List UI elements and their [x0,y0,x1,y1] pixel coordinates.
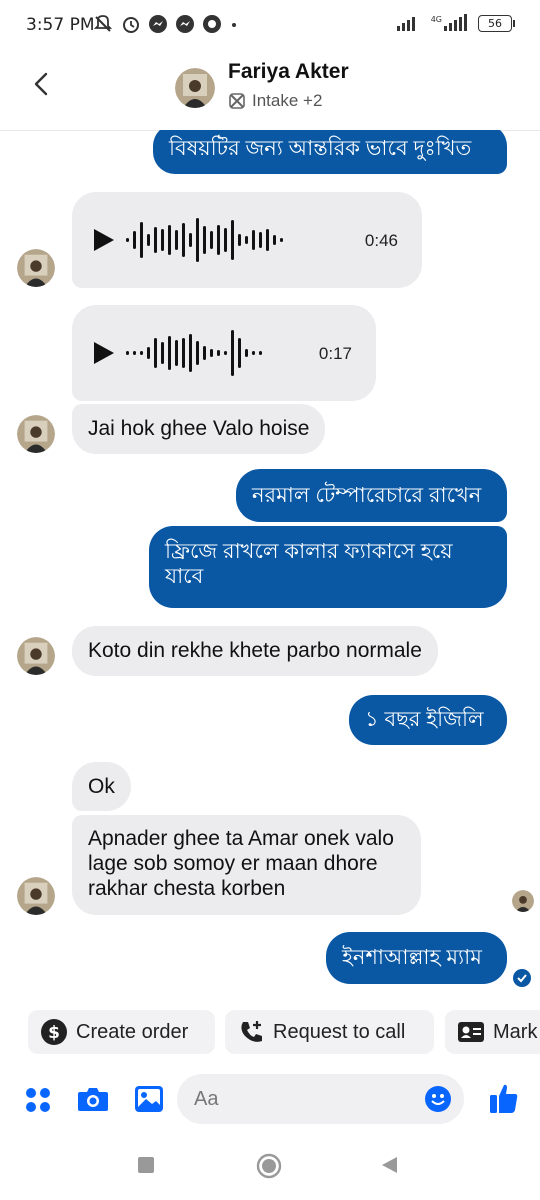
message-text: নরমাল টেম্পারেচারে রাখেন [252,484,482,507]
message-text: Apnader ghee ta Amar onek valo lage sob … [88,827,394,900]
message-bubble[interactable]: ইনশাআল্লাহ ম্যাম [326,932,507,984]
emoji-icon[interactable] [424,1085,452,1113]
audio-message[interactable]: 0:17 [72,305,376,401]
avatar[interactable] [17,637,55,675]
message-bubble[interactable]: Ok [72,762,131,811]
home-icon[interactable] [256,1153,282,1179]
message-input[interactable]: Aa [177,1074,464,1124]
delivered-check-icon [513,969,531,987]
intake-icon [229,93,245,109]
play-icon[interactable] [94,229,114,251]
mark-button[interactable]: Mark [445,1010,540,1054]
message-text: Koto din rekhe khete parbo normale [88,639,422,662]
message-bubble[interactable]: নরমাল টেম্পারেচারে রাখেন [236,469,507,522]
composer: Aa [0,1070,540,1130]
message-bubble[interactable]: বিষয়টির জন্য আন্তরিক ভাবে দুঃখিত [153,130,507,174]
dot-icon [232,23,236,27]
mute-icon [93,15,113,32]
signal-icon [444,14,467,31]
status-icons [92,14,239,34]
audio-duration: 0:17 [318,343,352,363]
avatar[interactable] [175,68,215,108]
request-call-button[interactable]: Request to call [225,1010,434,1054]
audio-duration: 0:46 [364,230,398,250]
audio-waveform [126,218,283,262]
chat-header: Fariya Akter Intake +2 [0,52,540,131]
message-bubble[interactable]: Apnader ghee ta Amar onek valo lage sob … [72,815,421,915]
chrome-icon [203,15,221,33]
message-bubble[interactable]: ফ্রিজে রাখলে কালার ফ্যাকাসে হয়ে যাবে [149,526,507,608]
avatar[interactable] [17,249,55,287]
mark-label: Mark [493,1020,538,1043]
message-text: ইনশাআল্লাহ ম্যাম [342,946,482,969]
avatar[interactable] [17,415,55,453]
message-text: বিষয়টির জন্য আন্তরিক ভাবে দুঃখিত [169,137,472,160]
phone-add-icon [241,1021,262,1042]
avatar[interactable] [17,877,55,915]
back-icon[interactable] [379,1155,399,1175]
alarm-icon [123,17,139,33]
like-icon[interactable] [489,1082,519,1114]
audio-waveform [126,330,262,376]
battery-indicator: 56 [478,14,515,32]
status-bar: 3:57 PM 4G 56 [0,0,540,52]
message-bubble[interactable]: Koto din rekhe khete parbo normale [72,626,438,676]
status-time: 3:57 PM [26,15,95,35]
messenger-icon [149,15,167,33]
contact-card-icon [458,1022,484,1042]
messenger-icon [176,15,194,33]
back-arrow-icon[interactable] [28,70,56,98]
apps-grid-icon[interactable] [24,1086,52,1114]
create-order-button[interactable]: $ Create order [28,1010,215,1054]
dollar-icon: $ [41,1019,67,1045]
message-text: ১ বছর ইজিলি [365,708,484,731]
message-input-placeholder: Aa [194,1088,219,1110]
svg-text:$: $ [48,1023,60,1043]
create-order-label: Create order [76,1020,189,1043]
status-right: 4G 56 [396,14,515,32]
network-type: 4G [430,14,442,24]
system-nav-bar [0,1130,540,1200]
contact-subtitle[interactable]: Intake +2 [228,91,322,111]
message-text: Jai hok ghee Valo hoise [88,417,310,440]
quick-actions: $ Create order Request to call Mark [0,1008,540,1058]
message-text: ফ্রিজে রাখলে কালার ফ্যাকাসে হয়ে যাবে [165,540,453,588]
message-bubble[interactable]: Jai hok ghee Valo hoise [72,404,326,454]
camera-icon[interactable] [77,1085,109,1113]
seen-avatar [512,890,534,912]
contact-subtitle-label: Intake +2 [252,91,323,110]
message-thread[interactable]: বিষয়টির জন্য আন্তরিক ভাবে দুঃখিত 0:46 0… [0,130,540,1000]
gallery-icon[interactable] [134,1085,164,1113]
signal-icon [396,17,415,31]
request-call-label: Request to call [273,1020,406,1043]
message-text: Ok [88,775,115,798]
audio-message[interactable]: 0:46 [72,192,422,288]
message-bubble[interactable]: ১ বছর ইজিলি [349,695,507,745]
contact-name[interactable]: Fariya Akter [228,60,349,84]
recents-icon[interactable] [137,1156,155,1174]
play-icon[interactable] [94,342,114,364]
